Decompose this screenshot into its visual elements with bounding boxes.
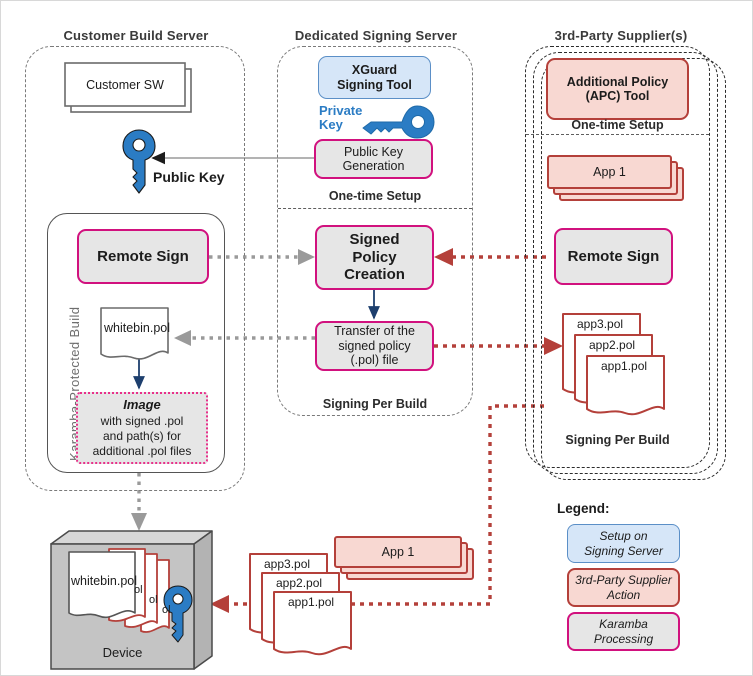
bottom-pol-label-1: app1.pol bbox=[288, 595, 335, 609]
supplier-pol-label-2: app2.pol bbox=[589, 338, 636, 352]
column-title-dedicated-signing-server: Dedicated Signing Server bbox=[294, 28, 458, 43]
public-key-label: Public Key bbox=[153, 169, 225, 185]
node-public-key-generation[interactable]: Public Key Generation bbox=[314, 139, 433, 179]
xguard-line1: XGuard bbox=[351, 63, 398, 77]
legend-2-line1: Karamba bbox=[599, 617, 648, 632]
image-box-line3: additional .pol files bbox=[92, 443, 192, 458]
device-pol-frag-2: ol bbox=[149, 594, 158, 606]
transfer-line3: (.pol) file bbox=[350, 353, 399, 368]
device-pol-frag-3: ol bbox=[162, 604, 171, 616]
bottom-pol-label-3: app3.pol bbox=[264, 557, 311, 571]
diagram-canvas: Customer Build Server Dedicated Signing … bbox=[0, 0, 753, 676]
apc-line2: (APC) Tool bbox=[585, 89, 650, 103]
customer-sw-label: Customer SW bbox=[86, 77, 164, 92]
column-title-3rd-party-supplier: 3rd-Party Supplier(s) bbox=[554, 28, 688, 43]
image-box: Image with signed .pol and path(s) for a… bbox=[76, 392, 208, 464]
image-box-title: Image bbox=[123, 397, 161, 413]
signing-one-time-setup-label: One-time Setup bbox=[328, 189, 422, 203]
xguard-line2: Signing Tool bbox=[337, 77, 412, 92]
legend-0-line1: Setup on bbox=[599, 529, 648, 544]
pubkeygen-line1: Public Key bbox=[343, 144, 404, 159]
legend-2-line2: Processing bbox=[593, 631, 654, 646]
device-pol-frag-1: ol bbox=[134, 584, 143, 596]
column-title-customer-build-server: Customer Build Server bbox=[63, 28, 209, 43]
supplier-pol-label-3: app3.pol bbox=[577, 317, 624, 331]
bottom-app-box: App 1 bbox=[334, 536, 462, 568]
signed-policy-line1: Signed bbox=[349, 231, 400, 249]
pubkeygen-line2: Generation bbox=[342, 159, 405, 173]
legend-item-3rd-party-supplier-action: 3rd-Party Supplier Action bbox=[567, 568, 680, 607]
node-remote-sign-supplier[interactable]: Remote Sign bbox=[554, 228, 673, 285]
node-transfer-signed-policy[interactable]: Transfer of the signed policy (.pol) fil… bbox=[315, 321, 434, 371]
private-key-line2: Key bbox=[319, 117, 343, 133]
node-remote-sign-customer[interactable]: Remote Sign bbox=[77, 229, 209, 284]
image-box-line2: and path(s) for bbox=[102, 428, 182, 443]
device-whitebin-label: whitebin.pol bbox=[71, 574, 138, 588]
image-box-line1: with signed .pol bbox=[100, 413, 184, 428]
whitebin-doc-label: whitebin.pol bbox=[104, 321, 171, 335]
divider-signing-onetime-setup bbox=[278, 208, 472, 209]
transfer-line2: signed policy bbox=[338, 338, 411, 353]
node-apc-tool[interactable]: Additional Policy (APC) Tool bbox=[546, 58, 689, 120]
arrow-supplier-pol-to-device bbox=[210, 404, 544, 613]
supplier-app-box: App 1 bbox=[547, 155, 672, 189]
supplier-one-time-setup-label: One-time Setup bbox=[571, 118, 664, 132]
legend-item-setup-on-signing-server: Setup on Signing Server bbox=[567, 524, 680, 563]
divider-supplier-onetime-setup bbox=[526, 134, 709, 135]
legend-0-line2: Signing Server bbox=[584, 543, 663, 558]
node-signed-policy-creation[interactable]: Signed Policy Creation bbox=[315, 225, 434, 290]
apc-line1: Additional Policy bbox=[566, 74, 669, 89]
legend-title: Legend: bbox=[557, 501, 610, 516]
private-key-line1: Private bbox=[319, 103, 363, 118]
legend-1-line2: Action bbox=[606, 587, 641, 602]
supplier-signing-per-build-label: Signing Per Build bbox=[565, 433, 670, 447]
private-key-label: Private Key bbox=[319, 103, 367, 133]
legend-1-line1: 3rd-Party Supplier bbox=[575, 573, 672, 588]
bottom-pol-label-2: app2.pol bbox=[276, 576, 323, 590]
supplier-pol-label-1: app1.pol bbox=[601, 359, 648, 373]
transfer-line1: Transfer of the bbox=[334, 324, 415, 339]
signed-policy-line3: Creation bbox=[344, 266, 405, 284]
device-label: Device bbox=[102, 645, 143, 660]
signed-policy-line2: Policy bbox=[352, 248, 397, 266]
legend-item-karamba-processing: Karamba Processing bbox=[567, 612, 680, 651]
node-xguard-signing-tool[interactable]: XGuard Signing Tool bbox=[318, 56, 431, 99]
signing-per-build-label: Signing Per Build bbox=[322, 397, 428, 411]
